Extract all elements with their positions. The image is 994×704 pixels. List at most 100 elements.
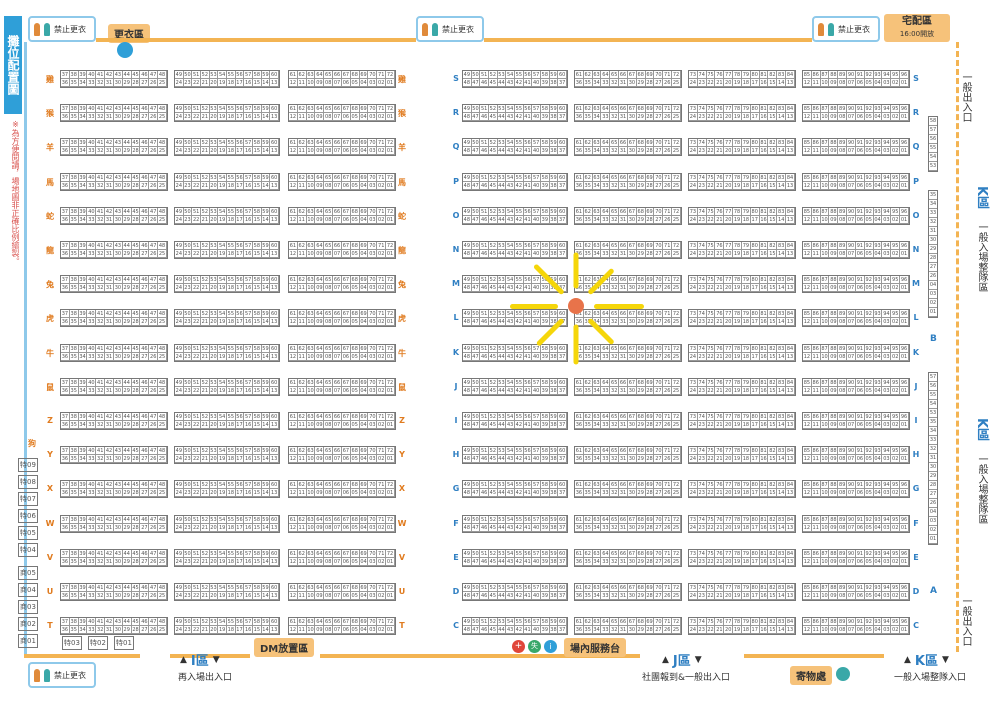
booth-cell: 47 <box>149 378 159 387</box>
booth-cell: 40 <box>87 413 97 421</box>
booth-cell: 30 <box>627 421 637 429</box>
booth-cell: 11 <box>811 557 821 566</box>
booth-block: 73 74 75 76 77 78 79 80 81 82 83 84 24 23 22 21 20 19 18 17… <box>688 206 796 225</box>
booth-cell: 17 <box>750 147 760 156</box>
booth-cell: 45 <box>131 105 141 114</box>
booth-cell: 02 <box>377 421 387 429</box>
row-label-left: Z <box>47 416 53 425</box>
booth-cell: 52 <box>489 515 498 524</box>
booth-cell: 22 <box>192 523 201 532</box>
row-label-left-end: 馬 <box>398 177 406 187</box>
booth-cell: 59 <box>549 447 559 456</box>
booth-cell: 85 <box>803 139 812 148</box>
booth-cell: 19 <box>733 523 742 532</box>
booth-cell: 03 <box>368 147 378 156</box>
booth-cell: 03 <box>368 626 378 635</box>
booth-cell: 60 <box>558 618 567 627</box>
booth-cell: 43 <box>113 447 123 456</box>
booth-cell: 23 <box>697 284 707 293</box>
male-icon <box>422 22 428 36</box>
booth-cell: 41 <box>96 242 106 250</box>
booth-block: 37 38 39 40 41 42 43 44 45 46 47 48 36 35 34 33 32 31 30 29… <box>60 412 168 430</box>
booth-cell: 01 <box>386 557 395 566</box>
booth-cell: 09 <box>315 592 325 600</box>
booth-cell: 04 <box>873 489 883 498</box>
booth-cell: 24 <box>689 352 698 361</box>
i-zone-subtitle: 再入場出入口 <box>178 673 233 683</box>
booth-cell: 91 <box>855 173 865 182</box>
booth-cell: 83 <box>777 584 787 592</box>
row-label-right-end: P <box>913 176 919 186</box>
booth-cell: 20 <box>724 386 734 395</box>
booth-cell: 45 <box>489 284 498 293</box>
booth-cell: 53 <box>497 139 507 148</box>
booth-cell: 15 <box>768 318 778 327</box>
row-label-right: J <box>454 381 458 391</box>
booth-cell: 23 <box>697 215 707 224</box>
booth-cell: 55 <box>515 139 524 148</box>
booth-cell: 88 <box>829 344 839 353</box>
booth-cell: 94 <box>882 310 892 319</box>
booth-cell: 46 <box>480 421 489 429</box>
booth-cell: 33 <box>87 284 97 293</box>
booth-cell: 94 <box>882 139 892 148</box>
booth-cell: 21 <box>201 386 210 395</box>
booth-block: 85 86 87 88 89 90 91 92 93 94 95 96 12 11 10 09 08 07 06 05… <box>802 309 910 328</box>
booth-cell: 26 <box>663 215 673 224</box>
booth-cell: 38 <box>549 386 559 395</box>
booth-cell: 25 <box>158 352 167 361</box>
booth-cell: 42 <box>515 215 524 224</box>
booth-cell: 50 <box>471 618 481 627</box>
booth-cell: 01 <box>900 215 909 224</box>
booth-cell: 35 <box>69 523 79 532</box>
booth-cell: 31 <box>105 386 114 395</box>
booth-cell: 27 <box>140 455 150 464</box>
booth-cell: 68 <box>350 207 360 216</box>
booth-cell: 65 <box>324 344 334 353</box>
row-label-right-end: F <box>913 518 919 528</box>
booth-cell: 07 <box>333 626 342 635</box>
booth-cell: 37 <box>61 481 70 490</box>
booth-cell: 40 <box>532 489 541 498</box>
booth-cell: 66 <box>619 447 628 456</box>
booth-cell: 51 <box>192 378 201 387</box>
booth-cell: 30 <box>627 250 637 258</box>
booth-cell: 42 <box>515 489 524 498</box>
booth-cell: 10 <box>306 421 316 429</box>
booth-cell: 22 <box>192 626 201 635</box>
booth-cell: 30 <box>113 455 123 464</box>
booth-cell: 79 <box>741 481 751 490</box>
booth-cell: 46 <box>140 207 150 216</box>
booth-cell: 51 <box>192 515 201 524</box>
booth-cell: 37 <box>61 447 70 456</box>
booth-cell: 57 <box>532 584 541 592</box>
booth-cell: 37 <box>558 386 567 395</box>
booth-cell: 52 <box>201 447 210 456</box>
booth-cell: 03 <box>882 386 892 395</box>
booth-cell: 54 <box>218 584 227 592</box>
booth-cell: 34 <box>592 147 602 156</box>
booth-cell: 46 <box>480 455 489 464</box>
booth-cell: 11 <box>811 79 821 87</box>
booth-cell: 82 <box>768 549 778 558</box>
booth-cell: 20 <box>209 523 219 532</box>
booth-cell: 45 <box>131 71 141 79</box>
row-label-right-end: O <box>912 210 920 220</box>
booth-cell: 77 <box>724 105 734 114</box>
booth-cell: 92 <box>864 549 874 558</box>
booth-cell: 45 <box>131 515 141 524</box>
booth-cell: 53 <box>497 413 507 421</box>
booth-cell: 67 <box>627 310 637 319</box>
booth-cell: 15 <box>253 284 262 293</box>
booth-cell: 42 <box>105 105 114 114</box>
booth-cell: 12 <box>289 592 298 600</box>
booth-cell: 55 <box>515 584 524 592</box>
booth-cell: 08 <box>324 386 334 395</box>
booth-cell: 39 <box>541 523 550 532</box>
booth-cell: 39 <box>78 447 88 456</box>
booth-cell: 19 <box>218 318 227 327</box>
booth-cell: 31 <box>619 79 628 87</box>
booth-block: 73 74 75 76 77 78 79 80 81 82 83 84 24 23 22 21 20 19 18 17… <box>688 617 796 636</box>
booth-cell: 01 <box>900 318 909 327</box>
booth-cell: 51 <box>192 344 201 353</box>
